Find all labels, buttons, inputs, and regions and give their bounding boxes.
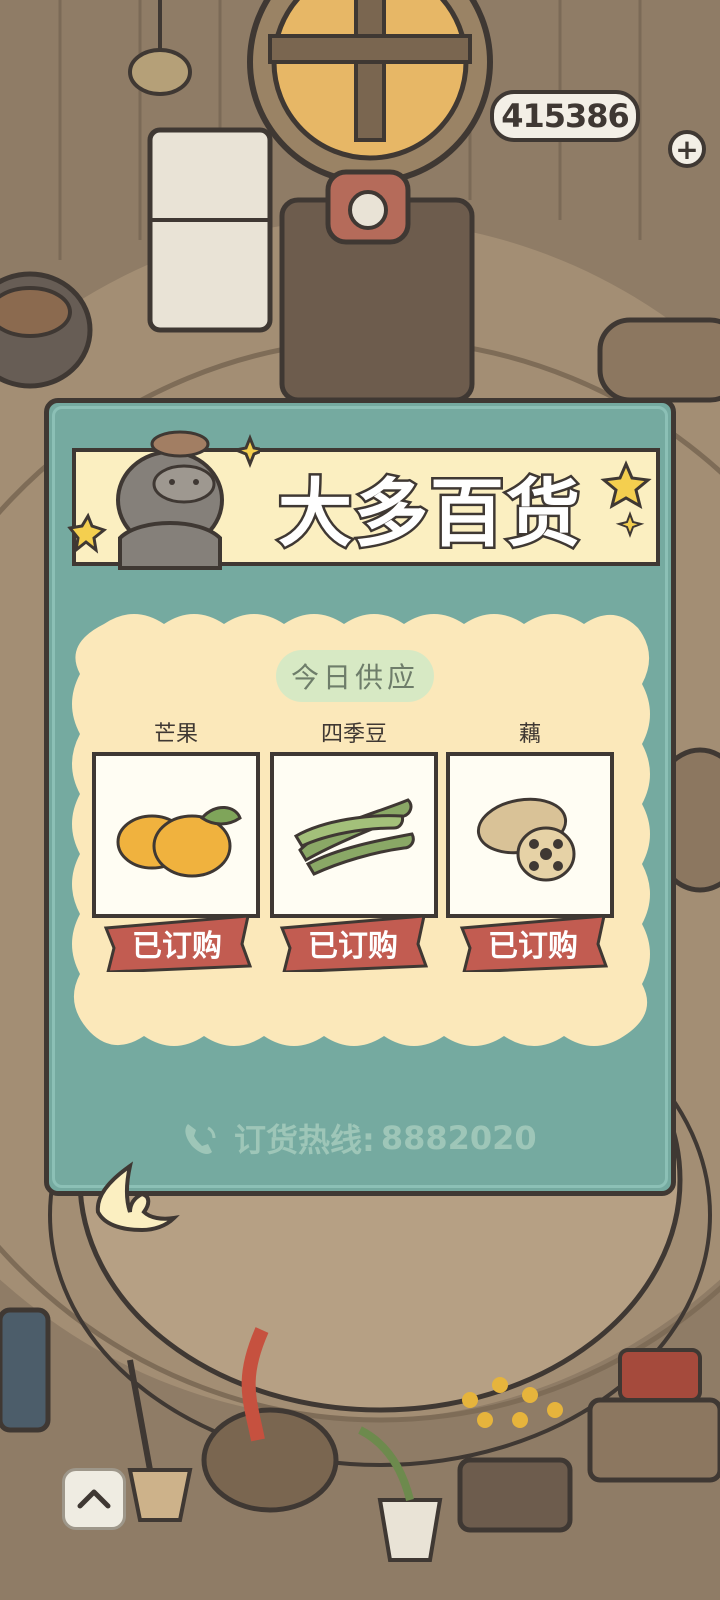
ordered-label-green-bean: 已订购: [278, 914, 428, 972]
item-name-green-bean: 四季豆: [320, 722, 387, 747]
ordered-label-lotus-root: 已订购: [458, 914, 608, 972]
today-supply-label: 今日供应: [276, 650, 434, 702]
item-name-mango: 芒果: [153, 722, 198, 747]
chevron-up-icon: [77, 1489, 111, 1509]
hippo-shopkeeper-icon: [67, 430, 260, 570]
mango-icon: [116, 806, 242, 878]
order-hotline: 订货热线: 8882020: [180, 1112, 580, 1164]
item-card-mango[interactable]: [92, 752, 260, 918]
item-card-lotus-root[interactable]: [446, 752, 614, 918]
ordered-text-lotus-root: 已订购: [488, 929, 578, 964]
item-name-lotus-root: 藕: [518, 722, 541, 747]
coin-count: 415386: [501, 97, 630, 135]
ordered-label-mango: 已订购: [102, 914, 252, 972]
item-card-green-bean[interactable]: [270, 752, 438, 918]
coin-counter: 415386: [490, 90, 640, 142]
shop-title: 大多百货: [276, 468, 583, 559]
ordered-text-mango: 已订购: [132, 929, 222, 964]
lotus-root-icon: [476, 797, 576, 882]
green-bean-icon: [293, 798, 415, 876]
expand-up-button[interactable]: [62, 1468, 126, 1530]
sparkle-star-icon: [600, 460, 652, 538]
back-button[interactable]: [90, 1160, 180, 1240]
hotline-number: 8882020: [380, 1119, 537, 1157]
ordered-text-green-bean: 已订购: [308, 929, 398, 964]
hotline-label: 订货热线:: [234, 1121, 375, 1159]
add-coins-button[interactable]: +: [668, 130, 706, 168]
phone-icon: [185, 1124, 216, 1154]
